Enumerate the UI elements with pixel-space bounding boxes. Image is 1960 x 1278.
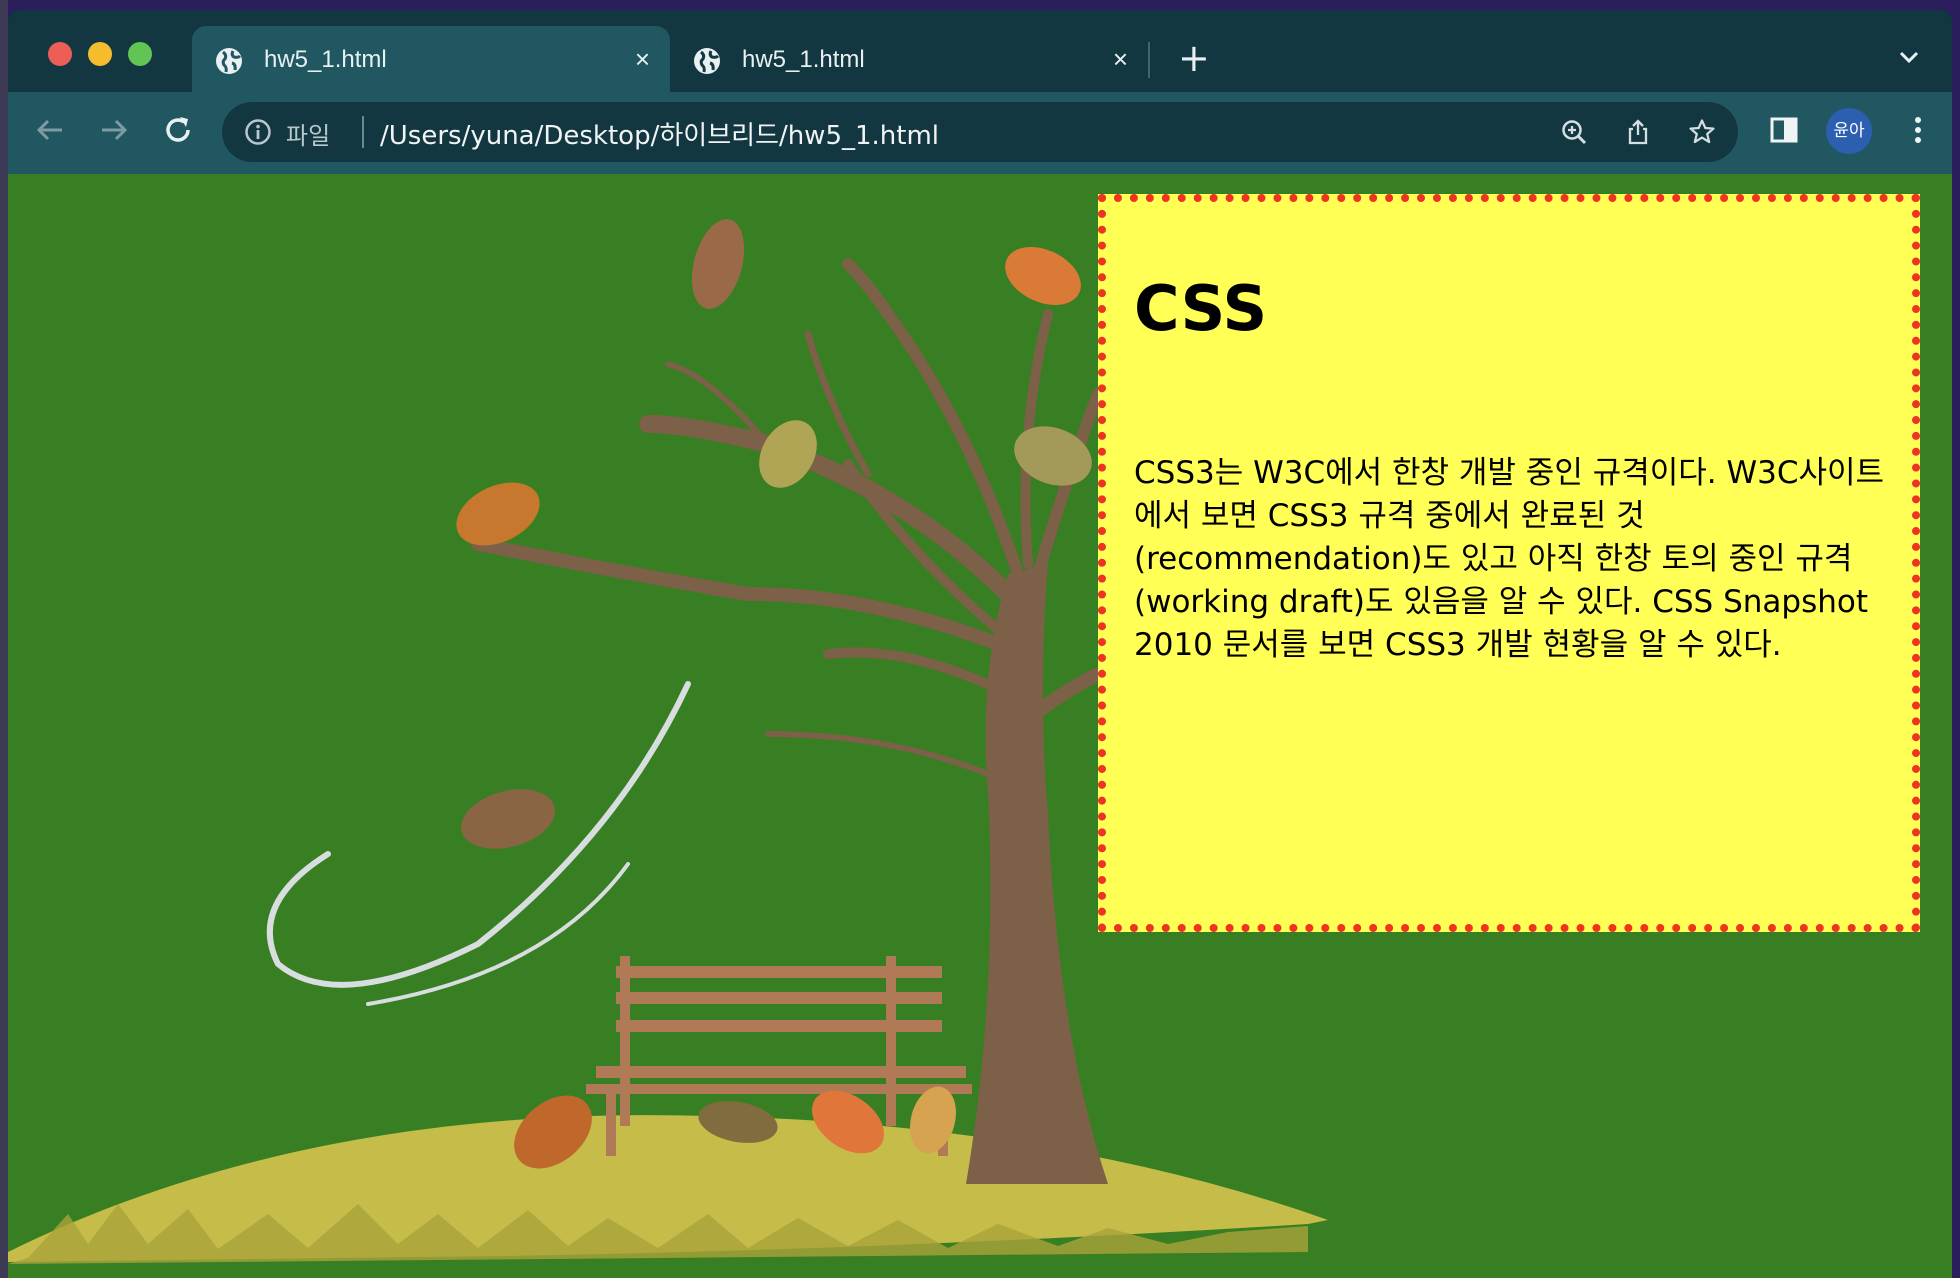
forward-arrow-icon[interactable] [96, 112, 132, 148]
address-bar[interactable]: 파일 /Users/yuna/Desktop/하이브리드/hw5_1.html [222, 102, 1738, 162]
tab-separator [1148, 42, 1150, 78]
address-divider [362, 116, 364, 148]
tab-hw5-inactive[interactable]: hw5_1.html × [670, 26, 1148, 92]
tab-strip: hw5_1.html × hw5_1.html × + [8, 10, 1952, 92]
desktop-edge [0, 0, 8, 1278]
browser-window: hw5_1.html × hw5_1.html × + 파일 /Users/yu… [8, 10, 1952, 1278]
globe-icon [216, 48, 242, 74]
reload-icon[interactable] [160, 112, 196, 148]
page-paragraph: CSS3는 W3C에서 한창 개발 중인 규격이다. W3C사이트에서 보면 C… [1134, 455, 1885, 663]
page-viewport: CSS CSS3는 W3C에서 한창 개발 중인 규격이다. W3C사이트에서 … [8, 174, 1952, 1278]
tab-title: hw5_1.html [742, 46, 865, 73]
new-tab-button[interactable]: + [1178, 38, 1210, 78]
tab-hw5-active[interactable]: hw5_1.html × [192, 26, 670, 92]
share-icon[interactable] [1624, 118, 1652, 146]
zoom-window-button[interactable] [128, 42, 152, 66]
tab-close-icon[interactable]: × [1113, 44, 1128, 74]
tab-title: hw5_1.html [264, 46, 387, 73]
url-scheme-label: 파일 [286, 122, 331, 150]
zoom-icon[interactable] [1560, 118, 1588, 146]
more-menu-icon[interactable] [1900, 112, 1936, 148]
tab-close-icon[interactable]: × [635, 44, 650, 74]
profile-avatar[interactable]: 윤아 [1826, 108, 1872, 154]
url-text[interactable]: /Users/yuna/Desktop/하이브리드/hw5_1.html [380, 115, 939, 152]
info-icon[interactable] [244, 118, 272, 146]
page-heading: CSS [1134, 272, 1268, 345]
browser-toolbar: 파일 /Users/yuna/Desktop/하이브리드/hw5_1.html … [8, 92, 1952, 174]
chevron-down-icon[interactable] [1898, 46, 1920, 68]
tree [471, 258, 1108, 1184]
side-panel-icon[interactable] [1766, 112, 1802, 148]
wind-swirl [366, 862, 630, 1006]
back-arrow-icon[interactable] [32, 112, 68, 148]
close-window-button[interactable] [48, 42, 72, 66]
css-info-box: CSS CSS3는 W3C에서 한창 개발 중인 규격이다. W3C사이트에서 … [1098, 194, 1920, 932]
star-icon[interactable] [1688, 118, 1716, 146]
minimize-window-button[interactable] [88, 42, 112, 66]
globe-icon [694, 48, 720, 74]
